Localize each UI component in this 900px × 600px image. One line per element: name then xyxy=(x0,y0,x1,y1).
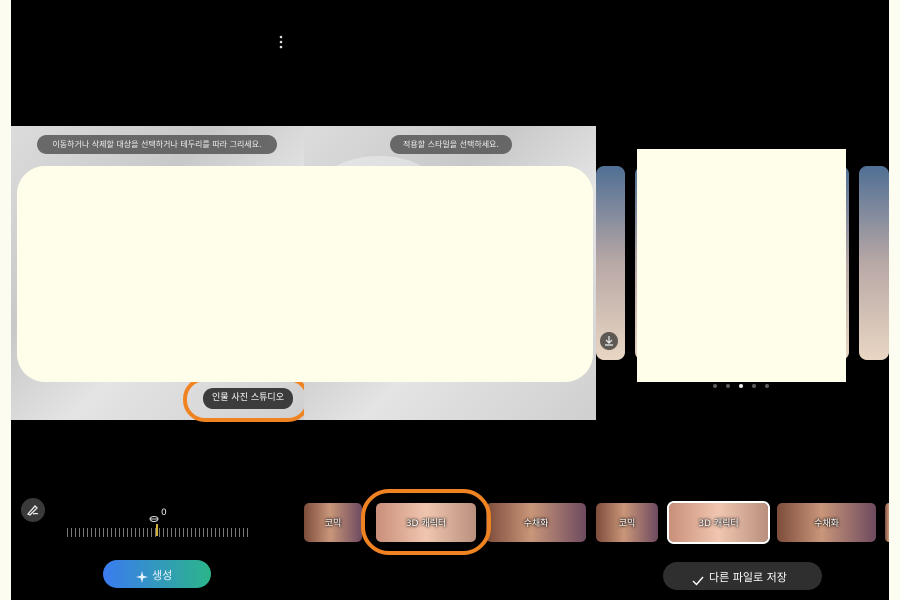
more-vert-icon[interactable] xyxy=(277,34,285,49)
style-chip[interactable]: 인물 사진 스튜디오 xyxy=(203,388,293,409)
page-dot-active xyxy=(739,384,743,388)
generate-label: 생성 xyxy=(152,569,173,582)
rotation-slider[interactable] xyxy=(67,528,251,537)
result-card-next[interactable] xyxy=(859,166,889,360)
style-thumb-comic[interactable]: 코믹 xyxy=(304,503,362,542)
style-thumb-3d-character-selected[interactable]: 3D 캐릭터 xyxy=(669,503,768,542)
page-dot xyxy=(713,384,717,388)
style-thumb-partial[interactable] xyxy=(885,503,889,542)
save-as-button[interactable]: 다른 파일로 저장 xyxy=(663,562,822,590)
highlight-ring xyxy=(361,489,491,555)
download-icon[interactable] xyxy=(600,332,618,350)
page-dot xyxy=(765,384,769,388)
redacted-block xyxy=(17,166,593,382)
instruction-hint: 적용할 스타일을 선택하세요. xyxy=(390,135,512,154)
save-as-label: 다른 파일로 저장 xyxy=(709,571,787,584)
result-card-prev[interactable] xyxy=(596,166,625,360)
page-dot xyxy=(726,384,730,388)
instruction-hint: 이동하거나 삭제할 대상을 선택하거나 테두리를 따라 그리세요. xyxy=(37,135,277,154)
sparkle-icon xyxy=(136,568,148,587)
style-thumb-watercolor[interactable]: 수채화 xyxy=(777,503,876,542)
style-thumb-watercolor[interactable]: 수채화 xyxy=(486,503,586,542)
redacted-block xyxy=(637,149,846,382)
check-icon xyxy=(692,571,704,590)
rotate-icon xyxy=(149,509,159,522)
page-dot xyxy=(752,384,756,388)
generate-button[interactable]: 생성 xyxy=(103,560,211,588)
brush-icon[interactable] xyxy=(21,498,45,522)
rotation-value: 0 xyxy=(161,508,167,518)
style-thumb-comic[interactable]: 코믹 xyxy=(596,503,658,542)
slider-indicator xyxy=(156,524,158,536)
